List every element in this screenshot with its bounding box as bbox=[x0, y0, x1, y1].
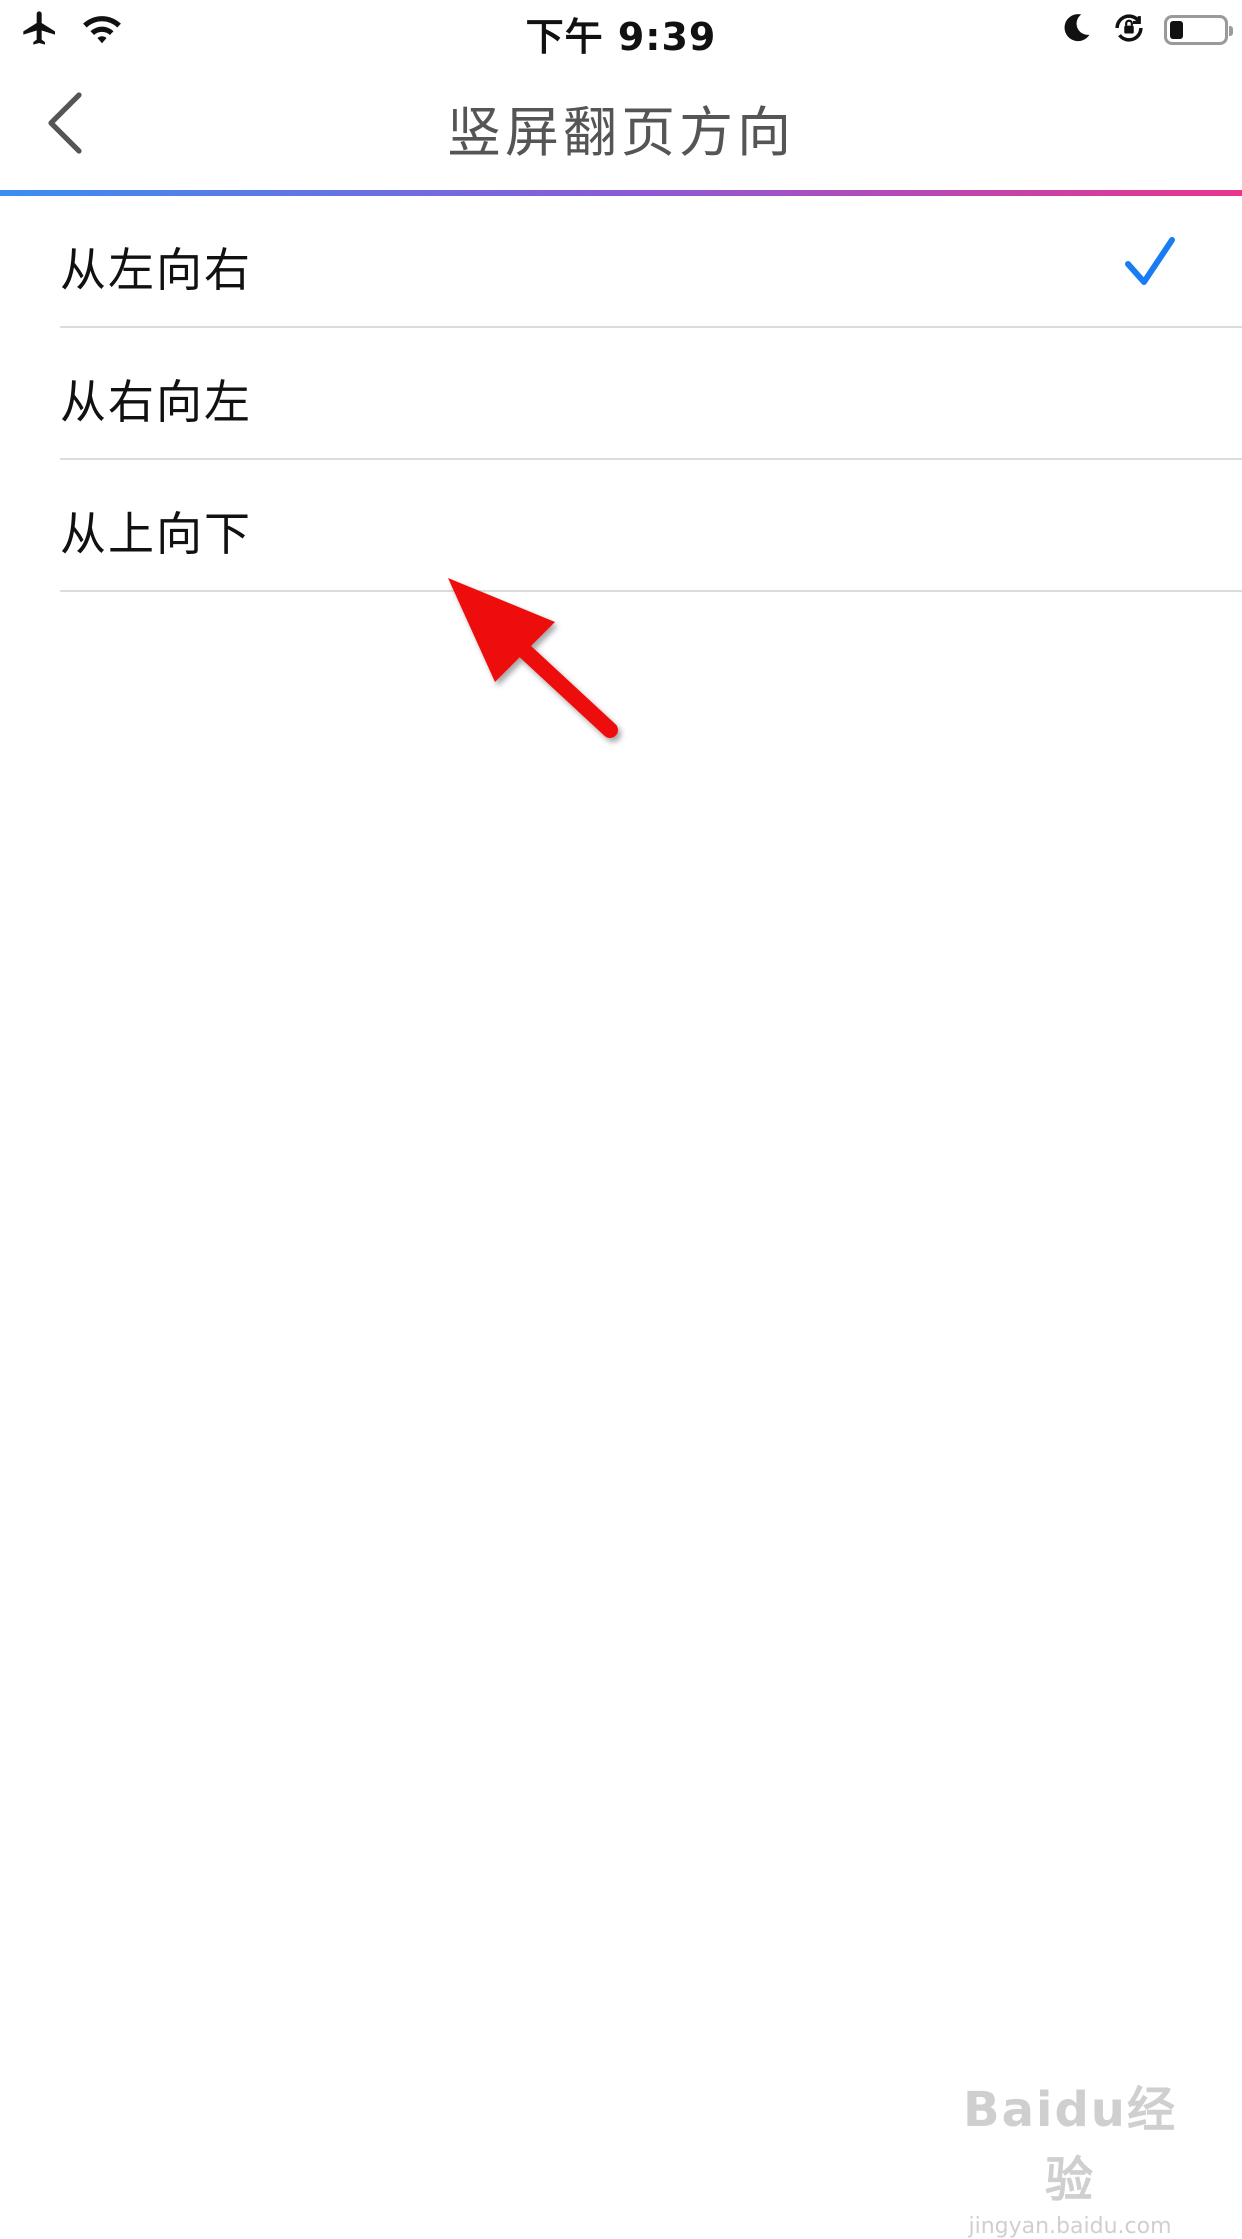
option-top-to-bottom[interactable]: 从上向下 bbox=[60, 460, 1242, 592]
orientation-lock-icon bbox=[1110, 9, 1148, 51]
status-time: 下午 9:39 bbox=[525, 15, 717, 59]
page-title: 竖屏翻页方向 bbox=[447, 101, 795, 164]
watermark-url: jingyan.baidu.com bbox=[968, 2214, 1172, 2239]
option-label: 从右向左 bbox=[60, 375, 252, 429]
status-bar: 下午 9:39 bbox=[0, 0, 1242, 60]
status-right-icons bbox=[1058, 9, 1233, 51]
watermark-logo: Baidu经验 bbox=[963, 2082, 1177, 2208]
option-list: 从左向右 从右向左 从上向下 bbox=[0, 196, 1242, 592]
navigation-bar: 竖屏翻页方向 bbox=[0, 60, 1242, 196]
checkmark-icon bbox=[1122, 234, 1178, 290]
option-right-to-left[interactable]: 从右向左 bbox=[60, 328, 1242, 460]
moon-icon bbox=[1058, 10, 1094, 50]
option-label: 从上向下 bbox=[60, 507, 252, 561]
annotation-arrow bbox=[430, 560, 630, 760]
battery-icon bbox=[1164, 15, 1233, 45]
option-left-to-right[interactable]: 从左向右 bbox=[60, 196, 1242, 328]
option-label: 从左向右 bbox=[60, 243, 252, 297]
battery-level-fill bbox=[1170, 21, 1183, 39]
watermark: Baidu经验 jingyan.baidu.com bbox=[950, 2070, 1190, 2239]
battery-tip bbox=[1229, 26, 1233, 36]
